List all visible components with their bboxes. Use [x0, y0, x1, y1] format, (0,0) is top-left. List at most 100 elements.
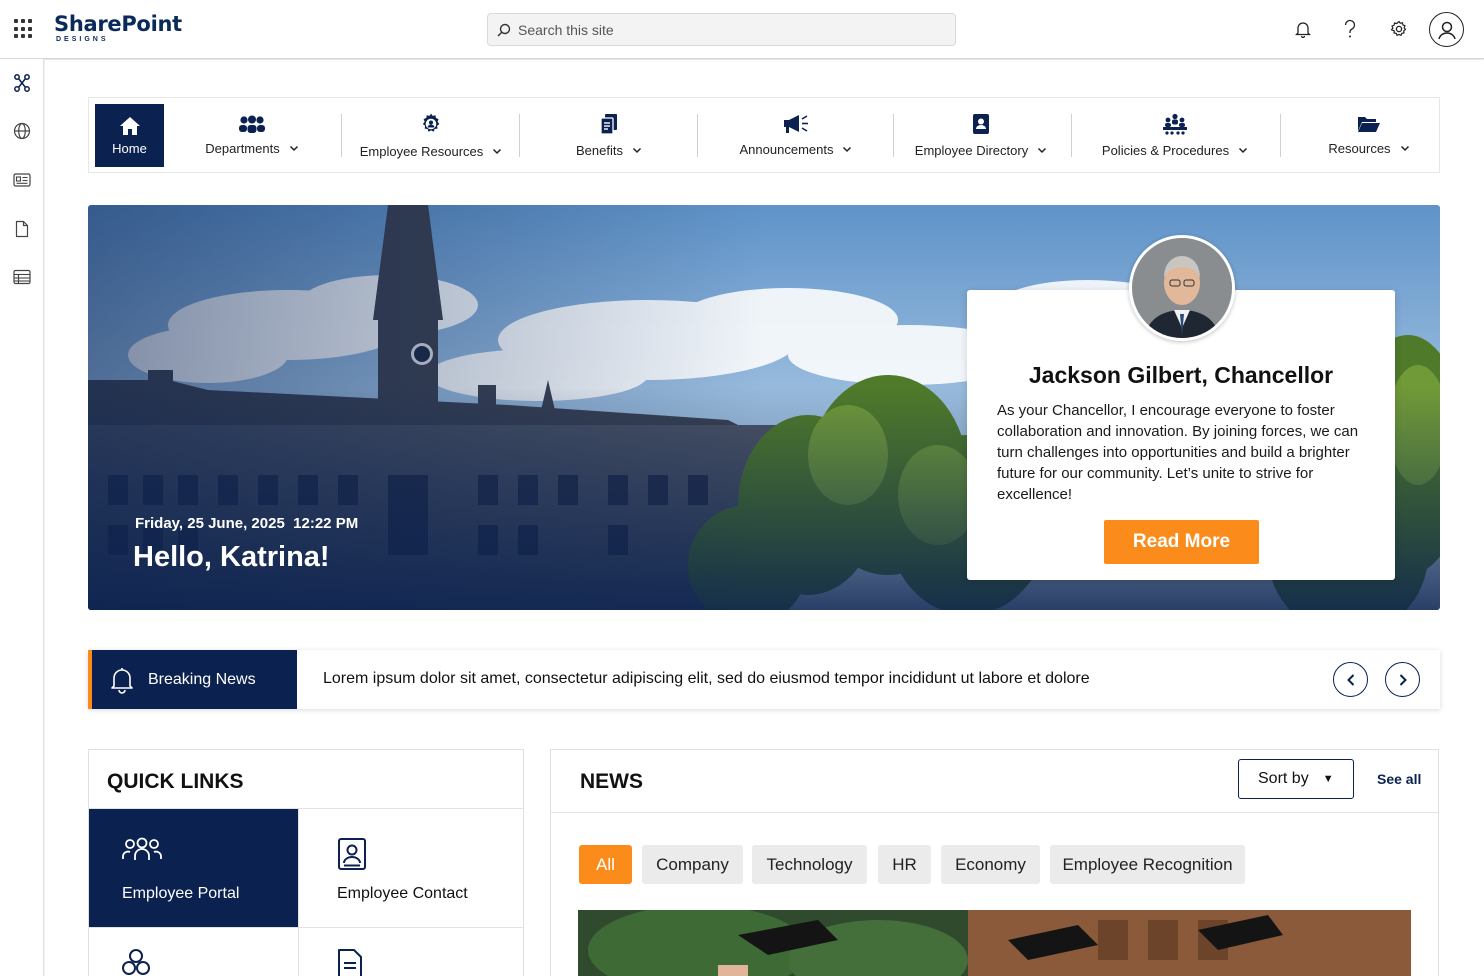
news-icon[interactable] [12, 170, 32, 190]
breaking-news-tag: Breaking News [88, 650, 297, 709]
chevron-down-icon [1400, 145, 1409, 152]
home-icon [119, 116, 140, 135]
quick-link-employee-contact[interactable]: Employee Contact [298, 809, 507, 927]
filter-chip-company[interactable]: Company [642, 845, 743, 884]
news-title: NEWS [580, 770, 643, 793]
news-header-divider [551, 812, 1438, 813]
nav-home-label: Home [112, 140, 147, 156]
nav-divider [697, 114, 698, 157]
contact-card-icon [338, 838, 366, 870]
hero-greeting: Hello, Katrina! [133, 541, 330, 573]
filter-chip-hr[interactable]: HR [878, 845, 931, 884]
quick-links-panel: QUICK LINKS Employee Portal Employee Con… [88, 749, 524, 976]
people-group-icon [239, 115, 265, 133]
megaphone-icon [784, 115, 808, 133]
see-all-link[interactable]: See all [1377, 771, 1421, 787]
quick-link-tile[interactable] [298, 928, 507, 976]
news-featured-image[interactable] [578, 910, 1411, 976]
chevron-down-icon [843, 146, 852, 153]
nav-divider [1280, 114, 1281, 157]
hero-date-time: Friday, 25 June, 2025 12:22 PM [135, 515, 358, 532]
logo-text: SharePoint [54, 12, 182, 36]
nav-announcements[interactable]: Announcements [734, 104, 858, 167]
left-rail [0, 59, 44, 976]
nav-employee-directory[interactable]: Employee Directory [909, 104, 1053, 167]
nav-policies-procedures[interactable]: Policies & Procedures [1099, 104, 1251, 167]
logo-subtext: DESIGNS [56, 36, 109, 43]
people-icon [122, 837, 162, 860]
gear-person-icon [422, 113, 440, 132]
chancellor-name: Jackson Gilbert, Chancellor [1028, 362, 1334, 388]
caret-down-icon: ▼ [1322, 773, 1334, 785]
nav-divider [893, 114, 894, 157]
hub-icon[interactable] [12, 73, 32, 93]
folder-open-icon [1358, 117, 1380, 132]
settings-icon[interactable] [1387, 17, 1411, 41]
top-navigation: Home Departments Employee Resources Bene… [88, 97, 1440, 173]
nav-home[interactable]: Home [95, 104, 164, 167]
nav-benefits-label: Benefits [576, 143, 623, 158]
bell-icon[interactable] [1291, 17, 1315, 41]
filter-chip-economy[interactable]: Economy [941, 845, 1040, 884]
search-icon [497, 23, 511, 37]
site-logo[interactable]: SharePoint DESIGNS [54, 12, 182, 48]
chevron-right-icon [1399, 673, 1407, 686]
chevron-down-icon [632, 147, 642, 154]
user-avatar-icon[interactable] [1429, 12, 1464, 47]
nav-divider [341, 114, 342, 157]
contact-book-icon [973, 114, 989, 134]
breaking-news-text[interactable]: Lorem ipsum dolor sit amet, consectetur … [323, 670, 1090, 688]
nav-divider [1071, 114, 1072, 157]
chancellor-portrait [1129, 235, 1235, 341]
chancellor-message: As your Chancellor, I encourage everyone… [997, 402, 1359, 503]
quick-links-title: QUICK LINKS [107, 770, 244, 793]
nav-resources-label: Resources [1328, 141, 1391, 156]
document-icon [338, 949, 362, 976]
chevron-down-icon [1239, 147, 1248, 154]
chevron-down-icon [493, 148, 502, 155]
chevron-left-icon [1346, 673, 1354, 686]
breaking-news-bar: Breaking News Lorem ipsum dolor sit amet… [88, 650, 1440, 709]
hero-banner: Friday, 25 June, 2025 12:22 PM Hello, Ka… [88, 205, 1440, 610]
document-icon[interactable] [12, 219, 32, 239]
nav-employee-resources[interactable]: Employee Resources [359, 104, 503, 167]
nav-departments[interactable]: Departments [197, 104, 307, 167]
documents-icon [600, 114, 617, 135]
bell-icon [111, 667, 133, 694]
quick-link-label: Employee Contact [337, 885, 468, 902]
globe-icon[interactable] [12, 121, 32, 141]
chevron-down-icon [289, 145, 298, 152]
previous-news-button[interactable] [1333, 662, 1368, 697]
nav-departments-label: Departments [205, 141, 280, 156]
filter-chip-all[interactable]: All [579, 845, 632, 884]
chevron-down-icon [1038, 147, 1047, 154]
top-bar: SharePoint DESIGNS [0, 0, 1484, 59]
quick-link-tile[interactable] [89, 928, 298, 976]
nav-benefits[interactable]: Benefits [564, 104, 654, 167]
search-input[interactable] [518, 14, 938, 45]
filter-chip-employee-recognition[interactable]: Employee Recognition [1050, 845, 1245, 884]
meeting-icon [1163, 113, 1187, 135]
news-panel: NEWS Sort by ▼ See all All Company Techn… [550, 749, 1439, 976]
search-box[interactable] [487, 13, 956, 46]
filter-chip-technology[interactable]: Technology [752, 845, 867, 884]
network-icon [122, 949, 150, 975]
app-launcher-icon[interactable] [14, 19, 34, 39]
nav-announcements-label: Announcements [739, 142, 834, 157]
next-news-button[interactable] [1385, 662, 1420, 697]
sort-by-dropdown[interactable]: Sort by ▼ [1238, 759, 1354, 799]
nav-resources[interactable]: Resources [1325, 104, 1413, 167]
nav-policies-procedures-label: Policies & Procedures [1101, 143, 1230, 158]
nav-employee-directory-label: Employee Directory [914, 143, 1029, 158]
read-more-button[interactable]: Read More [1104, 520, 1259, 564]
quick-link-label: Employee Portal [122, 885, 240, 902]
breaking-news-label: Breaking News [148, 670, 256, 688]
list-icon[interactable] [12, 267, 32, 287]
sort-by-label: Sort by [1258, 770, 1309, 787]
nav-employee-resources-label: Employee Resources [359, 144, 484, 159]
help-icon[interactable] [1338, 17, 1362, 41]
quick-link-employee-portal[interactable]: Employee Portal [89, 809, 298, 927]
nav-divider [519, 114, 520, 157]
hero-date: Friday, 25 June, 2025 [135, 515, 285, 532]
hero-time: 12:22 PM [293, 515, 359, 532]
